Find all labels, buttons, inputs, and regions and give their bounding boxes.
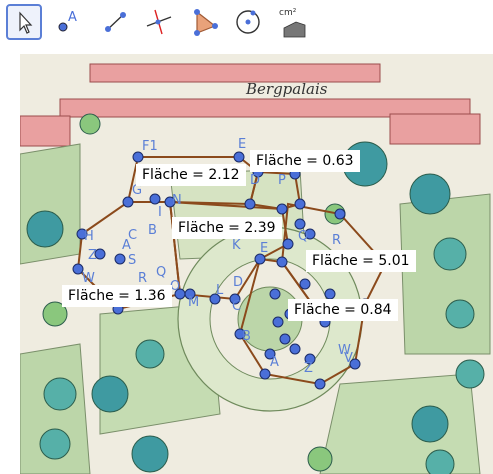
perpendicular-line-icon — [146, 9, 172, 35]
point-label: Q — [156, 265, 166, 280]
area-label-2-39[interactable]: Fläche = 2.39 — [172, 217, 282, 239]
area-tool-unit: cm² — [279, 8, 297, 18]
point-label: A — [270, 355, 279, 370]
polygon-icon — [194, 9, 218, 36]
area-label-0-63[interactable]: Fläche = 0.63 — [250, 150, 360, 172]
point-label: A — [122, 238, 131, 253]
segment-icon — [105, 12, 126, 32]
polygon-tool-button[interactable] — [186, 4, 222, 40]
segment-tool-button[interactable] — [97, 4, 133, 40]
arrow-cursor-icon — [19, 11, 33, 34]
point-label: R — [332, 233, 341, 248]
point-label: Z — [304, 361, 313, 376]
graphics-view[interactable]: Bergpalais F1 E G I C B N D K E P Q R H … — [20, 54, 493, 474]
point-label: B — [148, 223, 157, 238]
point-icon: A — [58, 10, 77, 32]
point-label: B — [242, 329, 251, 344]
building-top-roof — [89, 63, 381, 83]
point-label: Q — [298, 229, 308, 244]
point-label: I — [158, 205, 162, 220]
point-label: P — [278, 173, 286, 188]
point-label: W — [82, 271, 95, 286]
garden-map-background: Bergpalais F1 E G I C B N D K E P Q R H … — [20, 54, 493, 474]
area-label-1-36[interactable]: Fläche = 1.36 — [62, 285, 172, 307]
point-tool-button[interactable]: A — [50, 4, 86, 40]
point-label: R — [138, 271, 147, 286]
circle-tool-button[interactable] — [230, 4, 266, 40]
point-label: N — [172, 193, 182, 208]
point-label: E — [238, 137, 246, 152]
move-tool-button[interactable] — [6, 4, 42, 40]
point-label: K — [232, 238, 241, 253]
point-label: E — [260, 241, 268, 256]
point-label: L — [216, 283, 224, 298]
point-label: W — [338, 343, 351, 358]
area-label-5-01[interactable]: Fläche = 5.01 — [306, 250, 416, 272]
area-label-2-12[interactable]: Fläche = 2.12 — [136, 164, 246, 186]
point-label: D — [233, 275, 243, 290]
point-label: F1 — [142, 139, 158, 154]
area-measure-icon: cm² — [279, 8, 306, 38]
point-label: O — [170, 279, 180, 294]
point-label: D — [250, 173, 260, 188]
point-label: C — [232, 299, 241, 314]
building-title: Bergpalais — [245, 80, 328, 98]
point-label: H — [84, 229, 94, 244]
point-label: Z — [88, 248, 97, 263]
point-label: S — [128, 253, 136, 268]
point-label: M — [188, 295, 199, 310]
point-tool-letter: A — [68, 10, 77, 25]
perpendicular-line-tool-button[interactable] — [141, 4, 177, 40]
toolbar: A cm² — [0, 0, 493, 46]
circle-icon — [236, 10, 260, 34]
area-tool-button[interactable]: cm² — [276, 4, 312, 40]
area-label-0-84[interactable]: Fläche = 0.84 — [288, 299, 398, 321]
